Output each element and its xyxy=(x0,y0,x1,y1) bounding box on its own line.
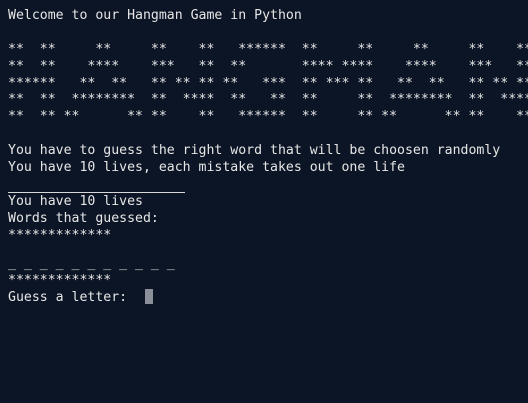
banner-line: ** ** **** *** ** ** **** **** **** *** … xyxy=(8,58,528,74)
instruction-line: You have 10 lives, each mistake takes ou… xyxy=(8,159,405,175)
banner-line: ** ** ** ** ** ****** ** ** ** ** ** xyxy=(8,42,528,57)
divider-line xyxy=(8,176,185,193)
banner-line: ** ** ******** ** **** ** ** ** ** *****… xyxy=(8,92,528,108)
words-guessed-label: Words that guessed: xyxy=(8,210,159,226)
banner-line: ****** ** ** ** ** ** ** *** ** *** ** *… xyxy=(8,75,528,91)
guess-prompt[interactable]: Guess a letter: xyxy=(8,288,528,306)
guess-prompt-label: Guess a letter: xyxy=(8,289,143,305)
word-blanks: _ _ _ _ _ _ _ _ _ _ _ xyxy=(8,255,175,271)
welcome-text: Welcome to our Hangman Game in Python xyxy=(8,8,302,23)
text-cursor[interactable] xyxy=(144,288,153,304)
instruction-line: You have to guess the right word that wi… xyxy=(8,142,501,158)
lives-remaining-text: You have 10 lives xyxy=(8,193,143,209)
stars-separator: ************* xyxy=(8,272,112,288)
hangman-ascii-banner: ** ** ** ** ** ****** ** ** ** ** ** ** … xyxy=(8,41,528,125)
stars-separator: ************* xyxy=(8,227,112,243)
banner-line: ** ** ** ** ** ** ****** ** ** ** ** ** … xyxy=(8,109,528,125)
terminal-window[interactable]: Welcome to our Hangman Game in Python **… xyxy=(0,0,528,403)
